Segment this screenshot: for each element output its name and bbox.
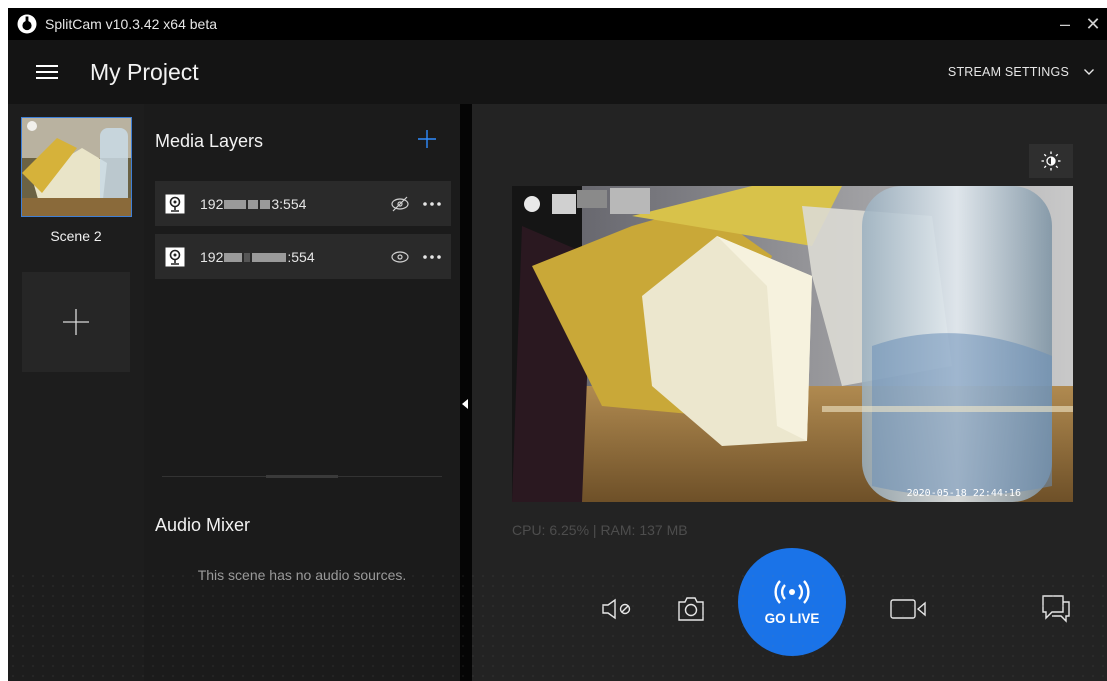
app-window: SplitCam v10.3.42 x64 beta – ✕ My Projec…	[8, 8, 1107, 681]
stream-settings-label: STREAM SETTINGS	[947, 65, 1069, 79]
chevron-down-icon	[1084, 69, 1094, 75]
layer-row[interactable]: 192 3:554	[155, 181, 451, 226]
title-bar: SplitCam v10.3.42 x64 beta – ✕	[8, 8, 1107, 40]
scene-thumbnail-image	[22, 118, 131, 216]
hamburger-menu-icon[interactable]	[36, 63, 58, 81]
close-button[interactable]: ✕	[1079, 8, 1107, 40]
camera-preview-image	[512, 186, 1073, 502]
stream-settings-button[interactable]: STREAM SETTINGS	[948, 40, 1095, 104]
eye-hidden-icon[interactable]	[389, 196, 411, 212]
panel-divider	[460, 104, 472, 681]
broadcast-icon	[774, 579, 810, 604]
camera-timestamp: 2020-05-18 22:44:16	[906, 488, 1021, 499]
more-options-icon[interactable]	[421, 249, 443, 265]
brightness-icon	[1041, 151, 1061, 171]
brightness-button[interactable]	[1029, 144, 1073, 178]
splitcam-logo-icon	[17, 14, 37, 34]
scenes-panel: Scene 2	[8, 104, 144, 681]
layer-row[interactable]: 192:554	[155, 234, 451, 279]
audio-mixer-title: Audio Mixer	[155, 515, 251, 535]
camera-preview: 2020-05-18 22:44:16	[512, 186, 1073, 502]
splitter-grip[interactable]	[266, 475, 338, 478]
project-title: My Project	[90, 58, 199, 85]
minimize-button[interactable]: –	[1051, 8, 1079, 40]
chat-icon[interactable]	[1038, 592, 1074, 624]
mute-audio-icon[interactable]	[600, 597, 634, 621]
add-layer-plus-icon[interactable]	[416, 128, 438, 150]
camera-snapshot-icon[interactable]	[676, 595, 706, 623]
layer-name: 192 3:554	[200, 195, 307, 212]
collapse-panel-arrow-icon[interactable]	[462, 399, 468, 409]
scene-label: Scene 2	[50, 228, 102, 244]
video-record-icon[interactable]	[889, 598, 929, 620]
media-layers-panel: Media Layers 192 3:554 192:554 Audio Mi…	[144, 104, 460, 681]
performance-stats: CPU: 6.25% | RAM: 137 MB	[512, 522, 688, 538]
go-live-button[interactable]: GO LIVE	[738, 548, 846, 656]
webcam-icon	[165, 194, 185, 213]
app-header: My Project STREAM SETTINGS	[8, 40, 1107, 104]
more-options-icon[interactable]	[421, 196, 443, 212]
go-live-label: GO LIVE	[764, 610, 820, 626]
layer-name: 192:554	[200, 248, 315, 265]
add-scene-button[interactable]	[22, 272, 130, 372]
preview-area: 2020-05-18 22:44:16 CPU: 6.25% | RAM: 13…	[472, 104, 1107, 681]
window-title: SplitCam v10.3.42 x64 beta	[45, 16, 217, 32]
scene-thumbnail[interactable]	[21, 117, 132, 217]
plus-icon	[63, 309, 89, 335]
eye-visible-icon[interactable]	[389, 249, 411, 265]
webcam-icon	[165, 247, 185, 266]
media-layers-title: Media Layers	[155, 131, 264, 151]
no-audio-message: This scene has no audio sources.	[197, 567, 407, 583]
